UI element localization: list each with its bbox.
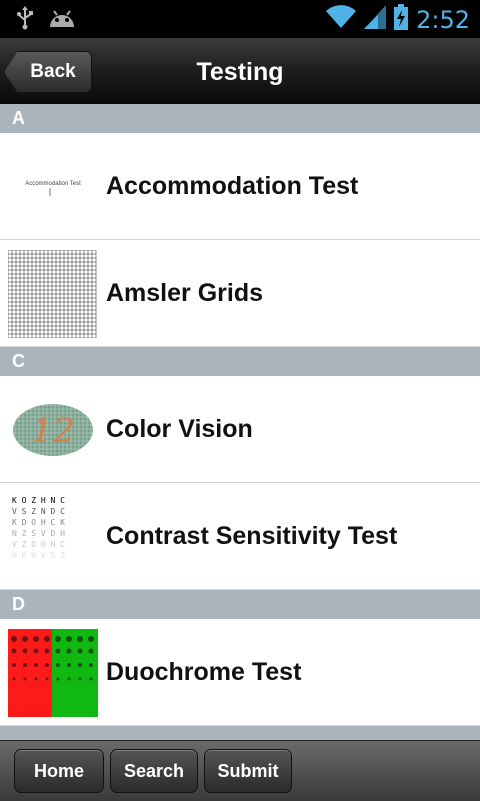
contrast-row-4: N Z S V D H bbox=[12, 529, 65, 538]
color-plate-number: 12 bbox=[31, 411, 74, 451]
list-item-contrast-sensitivity-test[interactable]: K O Z H N C V S Z N D C K D O H C K N Z … bbox=[0, 483, 480, 590]
usb-icon bbox=[16, 6, 34, 35]
home-button[interactable]: Home bbox=[14, 749, 104, 793]
list-item-duochrome-test[interactable]: Duochrome Test bbox=[0, 619, 480, 726]
list-item-label: Contrast Sensitivity Test bbox=[106, 521, 398, 550]
list-item-label: Duochrome Test bbox=[106, 657, 302, 686]
section-header-a: A bbox=[0, 104, 480, 133]
title-bar: Back Testing bbox=[0, 38, 480, 105]
list-item-amsler-grids[interactable]: Amsler Grids bbox=[0, 240, 480, 347]
duochrome-thumbnail bbox=[8, 629, 98, 717]
test-list: A Accommodation Test Accommodation Test … bbox=[0, 104, 480, 740]
contrast-row-1: K O Z H N C bbox=[12, 496, 65, 505]
clock-time: 2:52 bbox=[416, 5, 470, 34]
list-item-label: Color Vision bbox=[106, 414, 253, 443]
list-item-label: Accommodation Test bbox=[106, 171, 359, 200]
status-bar: 2:52 bbox=[0, 0, 480, 38]
section-header-next bbox=[0, 726, 480, 740]
amsler-grid-thumbnail bbox=[7, 249, 98, 339]
section-header-d: D bbox=[0, 590, 480, 619]
contrast-row-2: V S Z N D C bbox=[12, 507, 65, 516]
contrast-row-6: H K N V S Z bbox=[12, 551, 65, 560]
signal-icon bbox=[364, 5, 387, 34]
submit-button[interactable]: Submit bbox=[204, 749, 292, 793]
contrast-row-5: V Z D O N C bbox=[12, 540, 65, 549]
bottom-toolbar: Home Search Submit bbox=[0, 740, 480, 801]
android-icon bbox=[48, 7, 76, 34]
accommodation-chart-text: Accommodation Test bbox=[25, 181, 81, 187]
list-item-color-vision[interactable]: 12 Color Vision bbox=[0, 376, 480, 483]
contrast-chart-thumbnail: K O Z H N C V S Z N D C K D O H C K N Z … bbox=[8, 493, 98, 581]
list-item-label: Amsler Grids bbox=[106, 278, 264, 307]
search-button[interactable]: Search bbox=[110, 749, 198, 793]
color-vision-plate-thumbnail: 12 bbox=[8, 386, 98, 474]
section-header-c: C bbox=[0, 347, 480, 376]
accommodation-test-thumbnail: Accommodation Test bbox=[8, 143, 98, 231]
list-item-accommodation-test[interactable]: Accommodation Test Accommodation Test bbox=[0, 133, 480, 240]
contrast-row-3: K D O H C K bbox=[12, 518, 65, 527]
battery-charging-icon bbox=[394, 4, 409, 35]
page-title: Testing bbox=[196, 58, 284, 86]
wifi-icon bbox=[326, 5, 357, 34]
